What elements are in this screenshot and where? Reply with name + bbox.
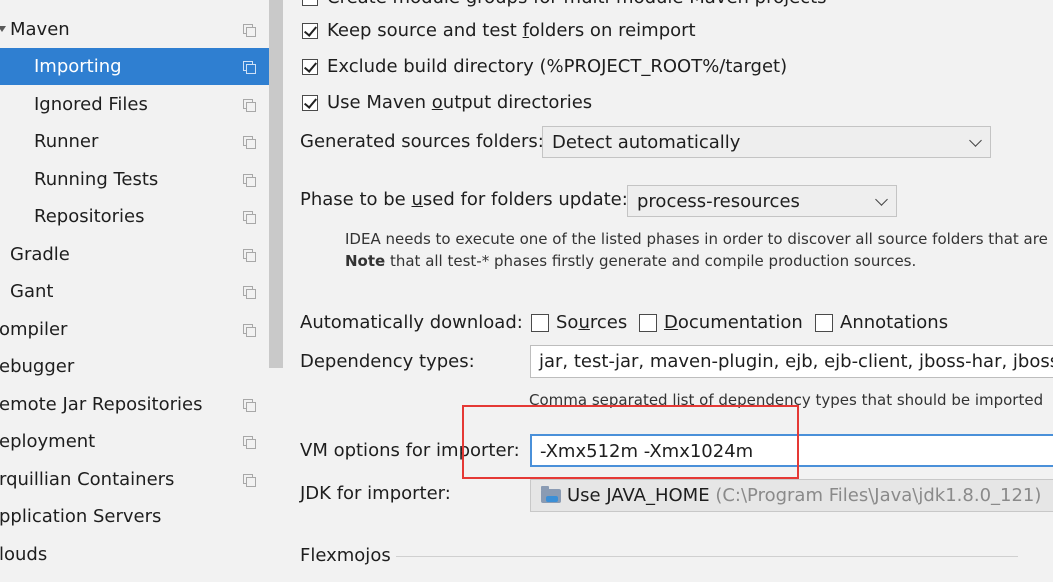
dependency-types-label: Dependency types: <box>300 351 475 372</box>
tree-item-deployment[interactable]: eployment <box>0 423 269 460</box>
project-settings-icon <box>243 61 256 74</box>
tree-item-label: Ignored Files <box>34 94 148 115</box>
tree-item-label: rquillian Containers <box>0 469 175 490</box>
dependency-types-hint: Comma separated list of dependency types… <box>529 391 1044 409</box>
project-settings-icon <box>243 99 256 112</box>
tree-item-gant[interactable]: Gant <box>0 273 269 310</box>
generated-sources-value: Detect automatically <box>552 132 741 153</box>
tree-item-label: Runner <box>34 131 99 152</box>
documentation-checkbox[interactable] <box>639 314 657 332</box>
expand-arrow-icon[interactable] <box>0 26 6 32</box>
maven-importing-settings: Create module groups for multi-module Ma… <box>283 0 1053 582</box>
create-module-groups-label: Create module groups for multi-module Ma… <box>327 0 827 10</box>
chevron-down-icon <box>875 193 888 206</box>
project-settings-icon <box>243 399 256 412</box>
phase-note-line2: Note that all test-* phases firstly gene… <box>345 252 917 270</box>
use-maven-output-checkbox[interactable] <box>302 95 318 111</box>
tree-item-compiler[interactable]: ompiler <box>0 311 269 348</box>
exclude-build-directory-label[interactable]: Exclude build directory (%PROJECT_ROOT%/… <box>327 55 787 79</box>
tree-item-label: Maven <box>10 19 70 40</box>
keep-source-folders-label[interactable]: Keep source and test folders on reimport <box>327 19 696 43</box>
section-separator <box>396 556 1018 557</box>
phase-note-line1: IDEA needs to execute one of the listed … <box>345 230 1048 248</box>
jdk-folder-icon <box>541 486 561 503</box>
dependency-types-value: jar, test-jar, maven-plugin, ejb, ejb-cl… <box>539 351 1053 372</box>
tree-item-repositories[interactable]: Repositories <box>0 198 269 235</box>
generated-sources-label: Generated sources folders: <box>300 131 544 152</box>
tree-item-application-servers[interactable]: pplication Servers <box>0 498 269 535</box>
vm-options-label: VM options for importer: <box>300 440 520 461</box>
project-settings-icon <box>243 436 256 449</box>
project-settings-icon <box>243 249 256 262</box>
dependency-types-input[interactable]: jar, test-jar, maven-plugin, ejb, ejb-cl… <box>530 345 1053 378</box>
create-module-groups-checkbox[interactable] <box>302 0 318 6</box>
tree-item-ignored-files[interactable]: Ignored Files <box>0 86 269 123</box>
vm-options-value: -Xmx512m -Xmx1024m <box>540 441 754 462</box>
tree-item-debugger[interactable]: ebugger <box>0 348 269 385</box>
use-maven-output-label[interactable]: Use Maven output directories <box>327 91 592 115</box>
project-settings-icon <box>243 174 256 187</box>
annotations-label[interactable]: Annotations <box>840 311 948 335</box>
tree-item-clouds[interactable]: louds <box>0 536 269 573</box>
tree-item-label: Repositories <box>34 206 145 227</box>
generated-sources-dropdown[interactable]: Detect automatically <box>542 126 991 158</box>
project-settings-icon <box>243 474 256 487</box>
documentation-label[interactable]: Documentation <box>664 311 803 335</box>
tree-item-label: ebugger <box>0 356 75 377</box>
tree-item-importing[interactable]: Importing <box>0 48 269 85</box>
tree-item-label: Gant <box>10 281 54 302</box>
chevron-down-icon <box>969 134 982 147</box>
sources-checkbox[interactable] <box>531 314 549 332</box>
flexmojos-section-title: Flexmojos <box>300 545 391 566</box>
tree-item-gradle[interactable]: Gradle <box>0 236 269 273</box>
tree-item-label: ompiler <box>0 319 68 340</box>
tree-item-label: eployment <box>0 431 96 452</box>
tree-item-label: Gradle <box>10 244 70 265</box>
settings-tree: Maven Importing Ignored Files Runner Run… <box>0 0 283 582</box>
tree-item-arquillian-containers[interactable]: rquillian Containers <box>0 461 269 498</box>
tree-item-running-tests[interactable]: Running Tests <box>0 161 269 198</box>
tree-item-label: Running Tests <box>34 169 159 190</box>
tree-item-label: Importing <box>34 56 122 77</box>
project-settings-icon <box>243 324 256 337</box>
tree-scrollbar[interactable] <box>269 0 283 368</box>
annotations-checkbox[interactable] <box>815 314 833 332</box>
jdk-label: JDK for importer: <box>300 483 451 504</box>
tree-item-maven[interactable]: Maven <box>0 11 269 48</box>
phase-label: Phase to be used for folders update: <box>300 189 628 210</box>
exclude-build-directory-checkbox[interactable] <box>302 59 318 75</box>
project-settings-icon <box>243 24 256 37</box>
sources-label[interactable]: Sources <box>556 311 627 335</box>
phase-value: process-resources <box>637 191 800 212</box>
project-settings-icon <box>243 286 256 299</box>
tree-item-label: louds <box>0 544 48 565</box>
jdk-value: Use JAVA_HOME (C:\Program Files\Java\jdk… <box>567 485 1042 506</box>
vm-options-input[interactable]: -Xmx512m -Xmx1024m <box>530 434 1053 467</box>
tree-item-runner[interactable]: Runner <box>0 123 269 160</box>
tree-item-label: pplication Servers <box>0 506 162 527</box>
auto-download-label: Automatically download: <box>300 312 523 333</box>
keep-source-folders-checkbox[interactable] <box>302 23 318 39</box>
tree-item-label: emote Jar Repositories <box>0 394 203 415</box>
jdk-dropdown[interactable]: Use JAVA_HOME (C:\Program Files\Java\jdk… <box>530 479 1053 512</box>
tree-item-remote-jar-repositories[interactable]: emote Jar Repositories <box>0 386 269 423</box>
project-settings-icon <box>243 136 256 149</box>
phase-dropdown[interactable]: process-resources <box>627 185 897 217</box>
project-settings-icon <box>243 211 256 224</box>
